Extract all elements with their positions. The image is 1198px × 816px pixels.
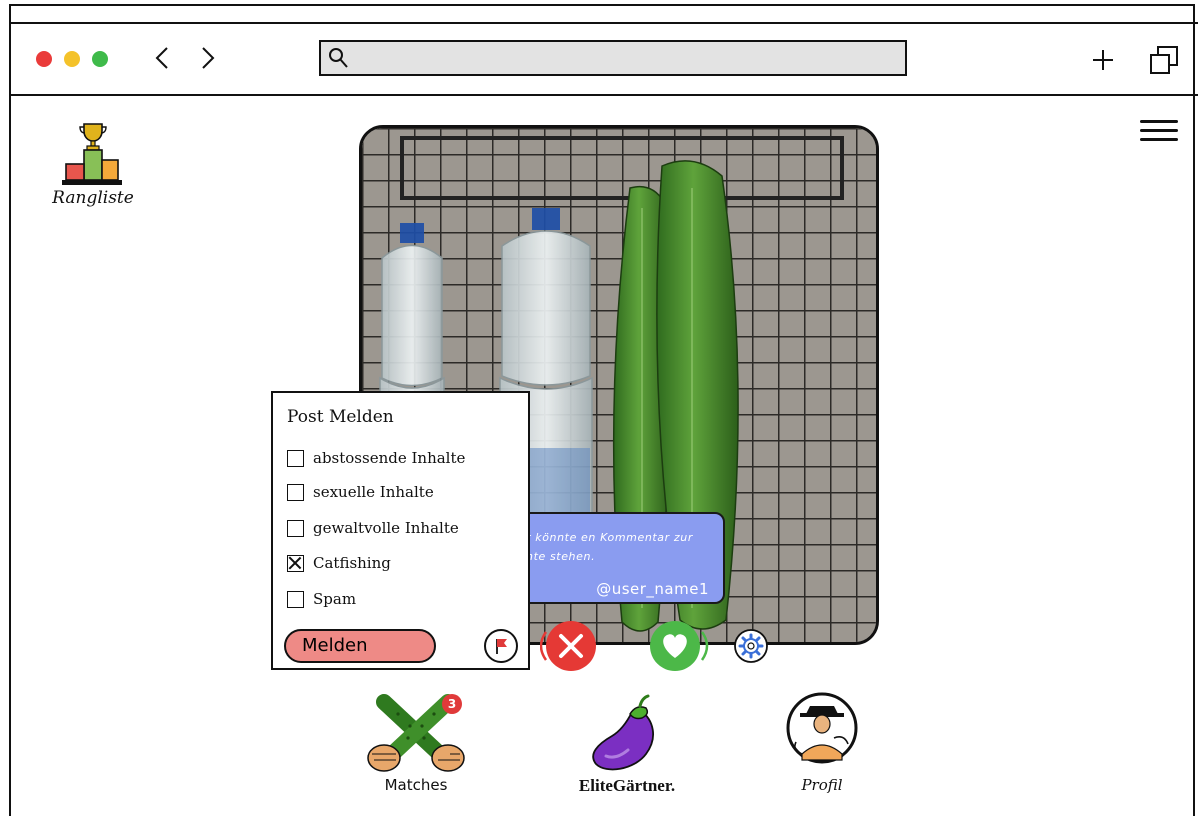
nav-profile[interactable]: Profil <box>778 692 866 796</box>
window-close-dot[interactable] <box>36 51 52 67</box>
back-arrow-icon[interactable] <box>147 40 177 76</box>
option-label: Spam <box>313 590 357 608</box>
window-minimize-dot[interactable] <box>64 51 80 67</box>
report-option-spam[interactable]: Spam <box>287 586 356 612</box>
forward-arrow-icon[interactable] <box>193 40 223 76</box>
settings-gear-icon[interactable] <box>733 628 769 664</box>
report-option-sexuelle[interactable]: sexuelle Inhalte <box>287 479 434 505</box>
report-option-catfishing[interactable]: Catfishing <box>287 550 391 576</box>
flag-button[interactable] <box>484 629 518 663</box>
matches-count-badge: 3 <box>442 694 462 714</box>
checkbox-sexuelle[interactable] <box>287 483 304 501</box>
checkbox-gewaltvolle[interactable] <box>287 519 304 537</box>
search-icon <box>329 48 348 68</box>
like-heart-button[interactable] <box>647 620 709 672</box>
nav-home-label: EliteGärtner. <box>578 776 676 795</box>
report-dialog-title: Post Melden <box>287 407 394 427</box>
option-label: Catfishing <box>313 554 391 572</box>
comment-bubble: r könnte en Kommentar zur nte stehen. @u… <box>514 512 725 604</box>
option-label: abstossende Inhalte <box>313 449 466 467</box>
new-tab-plus-icon[interactable] <box>1087 42 1119 78</box>
browser-toolbar <box>9 22 1198 96</box>
report-option-abstossende[interactable]: abstossende Inhalte <box>287 445 465 471</box>
menu-hamburger-icon[interactable] <box>1140 120 1178 144</box>
checkbox-catfishing[interactable] <box>287 554 304 572</box>
comment-username[interactable]: @user_name1 <box>596 580 709 598</box>
podium-trophy-icon <box>62 123 122 185</box>
leaderboard-link[interactable]: Rangliste <box>48 120 138 215</box>
eggplant-logo-icon <box>592 694 654 771</box>
window-maximize-dot[interactable] <box>92 51 108 67</box>
comment-text: r könnte en Kommentar zur nte stehen. <box>526 531 693 563</box>
nav-profile-label: Profil <box>801 776 843 794</box>
report-option-gewaltvolle[interactable]: gewaltvolle Inhalte <box>287 515 459 541</box>
nav-matches-label: Matches <box>384 776 448 794</box>
leaderboard-label: Rangliste <box>52 188 134 208</box>
checkbox-spam[interactable] <box>287 590 304 608</box>
checkbox-abstossende[interactable] <box>287 449 304 467</box>
profile-avatar-icon <box>786 692 858 764</box>
option-label: sexuelle Inhalte <box>313 483 434 501</box>
reject-x-button[interactable] <box>540 620 598 672</box>
report-submit-button[interactable]: Melden <box>284 629 436 663</box>
flag-icon <box>496 639 507 654</box>
nav-home[interactable]: EliteGärtner. <box>562 692 692 796</box>
report-post-dialog: Post Melden abstossende Inhalte sexuelle… <box>271 391 530 670</box>
search-bar[interactable] <box>319 40 907 76</box>
nav-matches[interactable]: 3 Matches <box>364 692 468 796</box>
option-label: gewaltvolle Inhalte <box>313 519 459 537</box>
duplicate-window-icon[interactable] <box>1147 42 1181 78</box>
